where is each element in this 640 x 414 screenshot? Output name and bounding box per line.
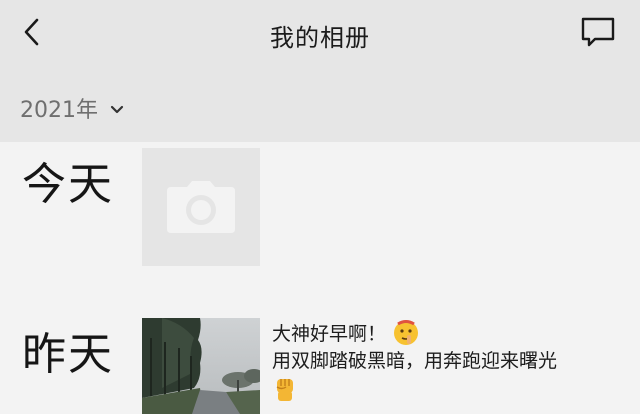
day-label-today: 今天: [22, 159, 114, 210]
comment-icon: [581, 17, 615, 47]
day-label-yesterday: 昨天: [22, 329, 114, 380]
year-selector[interactable]: 2021年: [20, 90, 124, 126]
album-page: 我的相册 2021年 今天 昨天 大神好早啊！ 用双脚踏破黑暗，用奔跑迎来曙光: [0, 0, 640, 414]
post-caption-text2: 用双脚踏破黑暗，用奔跑迎来曙光: [272, 350, 558, 372]
nav-bar: 我的相册: [0, 0, 640, 66]
message-button[interactable]: [578, 14, 618, 50]
post-caption-text1: 大神好早啊！: [272, 323, 387, 345]
raised-fist-emoji-icon: [276, 379, 293, 401]
misty-road-photo: [142, 318, 260, 414]
shushing-face-emoji-icon: [394, 320, 419, 345]
post-caption-line1: 大神好早啊！: [272, 318, 622, 348]
post-caption-line3: [272, 375, 622, 405]
timeline: 今天 昨天 大神好早啊！ 用双脚踏破黑暗，用奔跑迎来曙光: [0, 142, 640, 414]
page-title: 我的相册: [270, 24, 370, 52]
year-label: 2021年: [20, 98, 98, 123]
camera-icon: [167, 181, 235, 233]
post-photo-thumbnail[interactable]: [142, 318, 260, 414]
post-caption-line2: 用双脚踏破黑暗，用奔跑迎来曙光: [272, 348, 622, 375]
chevron-down-icon: [110, 105, 124, 114]
add-photo-button[interactable]: [142, 148, 260, 266]
header: 我的相册 2021年: [0, 0, 640, 142]
post-caption[interactable]: 大神好早啊！ 用双脚踏破黑暗，用奔跑迎来曙光: [272, 318, 622, 405]
